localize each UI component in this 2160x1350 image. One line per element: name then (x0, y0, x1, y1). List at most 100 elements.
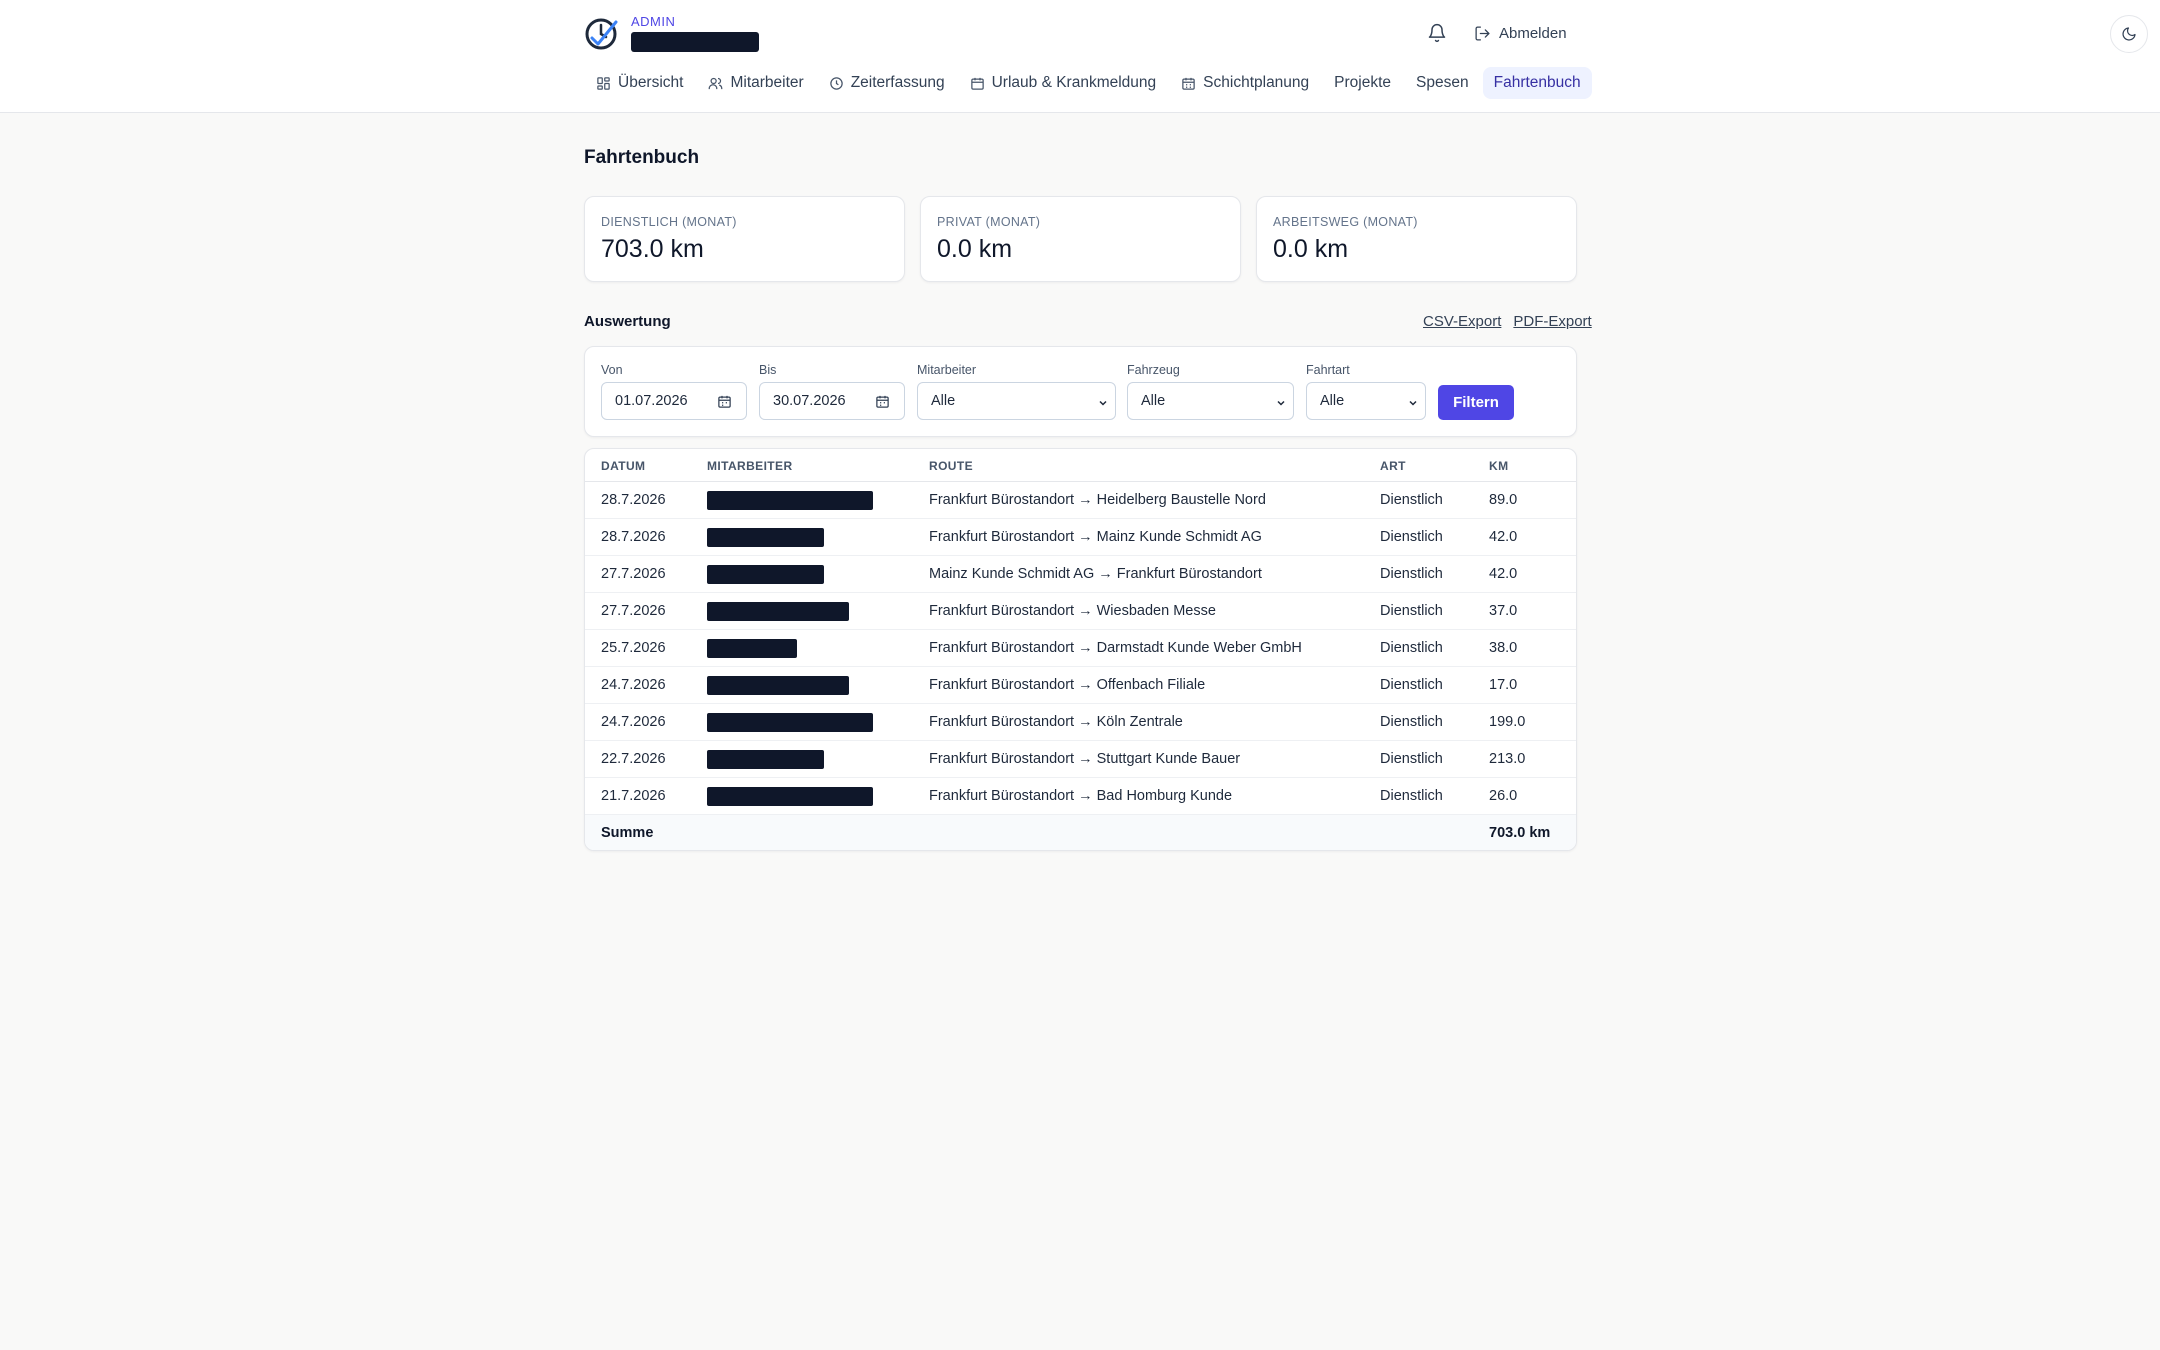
nav-label: Urlaub & Krankmeldung (991, 74, 1157, 91)
filter-panel: Von 01.07.2026 Bis 30.07.2026 Mitarbeite… (584, 346, 1577, 437)
column-header-type[interactable]: ART (1380, 459, 1406, 473)
cell-date: 24.7.2026 (601, 714, 666, 730)
cell-km: 26.0 (1489, 788, 1518, 804)
employee-select-value: Alle (931, 393, 956, 409)
cell-route: Frankfurt Bürostandort → Wiesbaden Messe (929, 603, 1216, 619)
table-row[interactable]: 24.7.2026 Frankfurt Bürostandort → Köln … (585, 704, 1576, 741)
stat-value: 0.0 km (937, 235, 1013, 263)
filter-button[interactable]: Filtern (1438, 385, 1514, 420)
vehicle-label: Fahrzeug (1127, 363, 1180, 377)
stat-card-arbeitsweg: ARBEITSWEG (MONAT) 0.0 km (1256, 196, 1577, 282)
nav-label: Spesen (1416, 74, 1469, 91)
clock-check-logo (585, 18, 618, 50)
export-links: CSV-Export PDF-Export (1411, 313, 1592, 330)
nav-item-zeiterfassung[interactable]: Zeiterfassung (818, 67, 956, 99)
theme-toggle-button[interactable] (2110, 15, 2148, 53)
vehicle-select[interactable]: Alle (1127, 382, 1294, 420)
app-header: ADMIN Abmelden Übersicht Mitarbeiter Zei… (0, 0, 2160, 113)
column-header-date[interactable]: DATUM (601, 459, 645, 473)
triptype-select-value: Alle (1320, 393, 1345, 409)
pdf-export-link[interactable]: PDF-Export (1513, 313, 1591, 330)
stat-label: ARBEITSWEG (MONAT) (1273, 215, 1418, 229)
cell-km: 37.0 (1489, 603, 1518, 619)
column-header-km[interactable]: KM (1489, 459, 1508, 473)
to-date-input[interactable]: 30.07.2026 (759, 382, 905, 420)
calendar-icon[interactable] (875, 394, 890, 409)
stat-card-dienstlich: DIENSTLICH (MONAT) 703.0 km (584, 196, 905, 282)
nav-item-schichtplanung[interactable]: Schichtplanung (1170, 67, 1320, 99)
stat-value: 703.0 km (601, 235, 704, 263)
cell-type: Dienstlich (1380, 788, 1443, 804)
cell-route: Frankfurt Bürostandort → Bad Homburg Kun… (929, 788, 1233, 804)
cell-km: 42.0 (1489, 566, 1518, 582)
nav-item-spesen[interactable]: Spesen (1405, 67, 1480, 99)
cell-km: 17.0 (1489, 677, 1518, 693)
employee-label: Mitarbeiter (917, 363, 977, 377)
table-row[interactable]: 27.7.2026 Frankfurt Bürostandort → Wiesb… (585, 593, 1576, 630)
calendar-icon[interactable] (717, 394, 732, 409)
cell-type: Dienstlich (1380, 566, 1443, 582)
cell-type: Dienstlich (1380, 714, 1443, 730)
logout-button[interactable]: Abmelden (1474, 20, 1567, 46)
nav-item-fahrtenbuch[interactable]: Fahrtenbuch (1482, 67, 1592, 99)
redacted-employee-name (707, 713, 873, 732)
from-date-input[interactable]: 01.07.2026 (601, 382, 747, 420)
stat-card-privat: PRIVAT (MONAT) 0.0 km (920, 196, 1241, 282)
brand[interactable]: ADMIN (583, 14, 759, 52)
chevron-down-icon (1277, 400, 1285, 406)
user-role-label: ADMIN (631, 14, 676, 29)
nav-item-projekte[interactable]: Projekte (1323, 67, 1402, 99)
from-label: Von (601, 363, 623, 377)
section-title-auswertung: Auswertung (584, 313, 671, 330)
nav-item-mitarbeiter[interactable]: Mitarbeiter (697, 67, 814, 99)
table-row[interactable]: 22.7.2026 Frankfurt Bürostandort → Stutt… (585, 741, 1576, 778)
cell-date: 21.7.2026 (601, 788, 666, 804)
csv-export-link[interactable]: CSV-Export (1423, 313, 1501, 330)
redacted-company-name (631, 32, 759, 52)
triptype-label: Fahrtart (1306, 363, 1350, 377)
table-row[interactable]: 21.7.2026 Frankfurt Bürostandort → Bad H… (585, 778, 1576, 815)
column-header-route[interactable]: ROUTE (929, 459, 973, 473)
cell-date: 24.7.2026 (601, 677, 666, 693)
vehicle-select-value: Alle (1141, 393, 1166, 409)
cell-type: Dienstlich (1380, 751, 1443, 767)
cell-date: 28.7.2026 (601, 529, 666, 545)
users-icon (709, 77, 723, 89)
cell-route: Frankfurt Bürostandort → Offenbach Filia… (929, 677, 1206, 693)
cell-route: Frankfurt Bürostandort → Stuttgart Kunde… (929, 751, 1241, 767)
redacted-employee-name (707, 602, 849, 621)
table-row[interactable]: 25.7.2026 Frankfurt Bürostandort → Darms… (585, 630, 1576, 667)
bell-icon[interactable] (1424, 20, 1450, 46)
stat-label: PRIVAT (MONAT) (937, 215, 1041, 229)
triptype-select[interactable]: Alle (1306, 382, 1426, 420)
table-row[interactable]: 28.7.2026 Frankfurt Bürostandort → Mainz… (585, 519, 1576, 556)
table-row[interactable]: 27.7.2026 Mainz Kunde Schmidt AG → Frank… (585, 556, 1576, 593)
table-row[interactable]: 28.7.2026 Frankfurt Bürostandort → Heide… (585, 482, 1576, 519)
cell-route: Frankfurt Bürostandort → Mainz Kunde Sch… (929, 529, 1262, 545)
cell-route: Mainz Kunde Schmidt AG → Frankfurt Büros… (929, 566, 1262, 582)
moon-icon (2122, 27, 2136, 41)
cell-km: 89.0 (1489, 492, 1518, 508)
brand-text: ADMIN (631, 14, 759, 52)
nav-item-urlaub[interactable]: Urlaub & Krankmeldung (959, 67, 1168, 99)
table-header: DATUM MITARBEITER ROUTE ART KM (585, 449, 1576, 482)
employee-select[interactable]: Alle (917, 382, 1116, 420)
cell-route: Frankfurt Bürostandort → Darmstadt Kunde… (929, 640, 1302, 656)
redacted-employee-name (707, 676, 849, 695)
nav-item-uebersicht[interactable]: Übersicht (585, 67, 694, 99)
redacted-employee-name (707, 528, 824, 547)
table-row[interactable]: 24.7.2026 Frankfurt Bürostandort → Offen… (585, 667, 1576, 704)
cell-km: 42.0 (1489, 529, 1518, 545)
cell-km: 199.0 (1489, 714, 1526, 730)
redacted-employee-name (707, 787, 873, 806)
redacted-employee-name (707, 491, 873, 510)
cell-type: Dienstlich (1380, 529, 1443, 545)
chevron-down-icon (1099, 400, 1107, 406)
main-nav: Übersicht Mitarbeiter Zeiterfassung Urla… (585, 67, 1595, 99)
clock-icon (829, 76, 843, 90)
cell-km: 38.0 (1489, 640, 1518, 656)
column-header-employee[interactable]: MITARBEITER (707, 459, 793, 473)
cell-route: Frankfurt Bürostandort → Köln Zentrale (929, 714, 1183, 730)
cell-date: 27.7.2026 (601, 603, 666, 619)
nav-label: Projekte (1334, 74, 1392, 91)
